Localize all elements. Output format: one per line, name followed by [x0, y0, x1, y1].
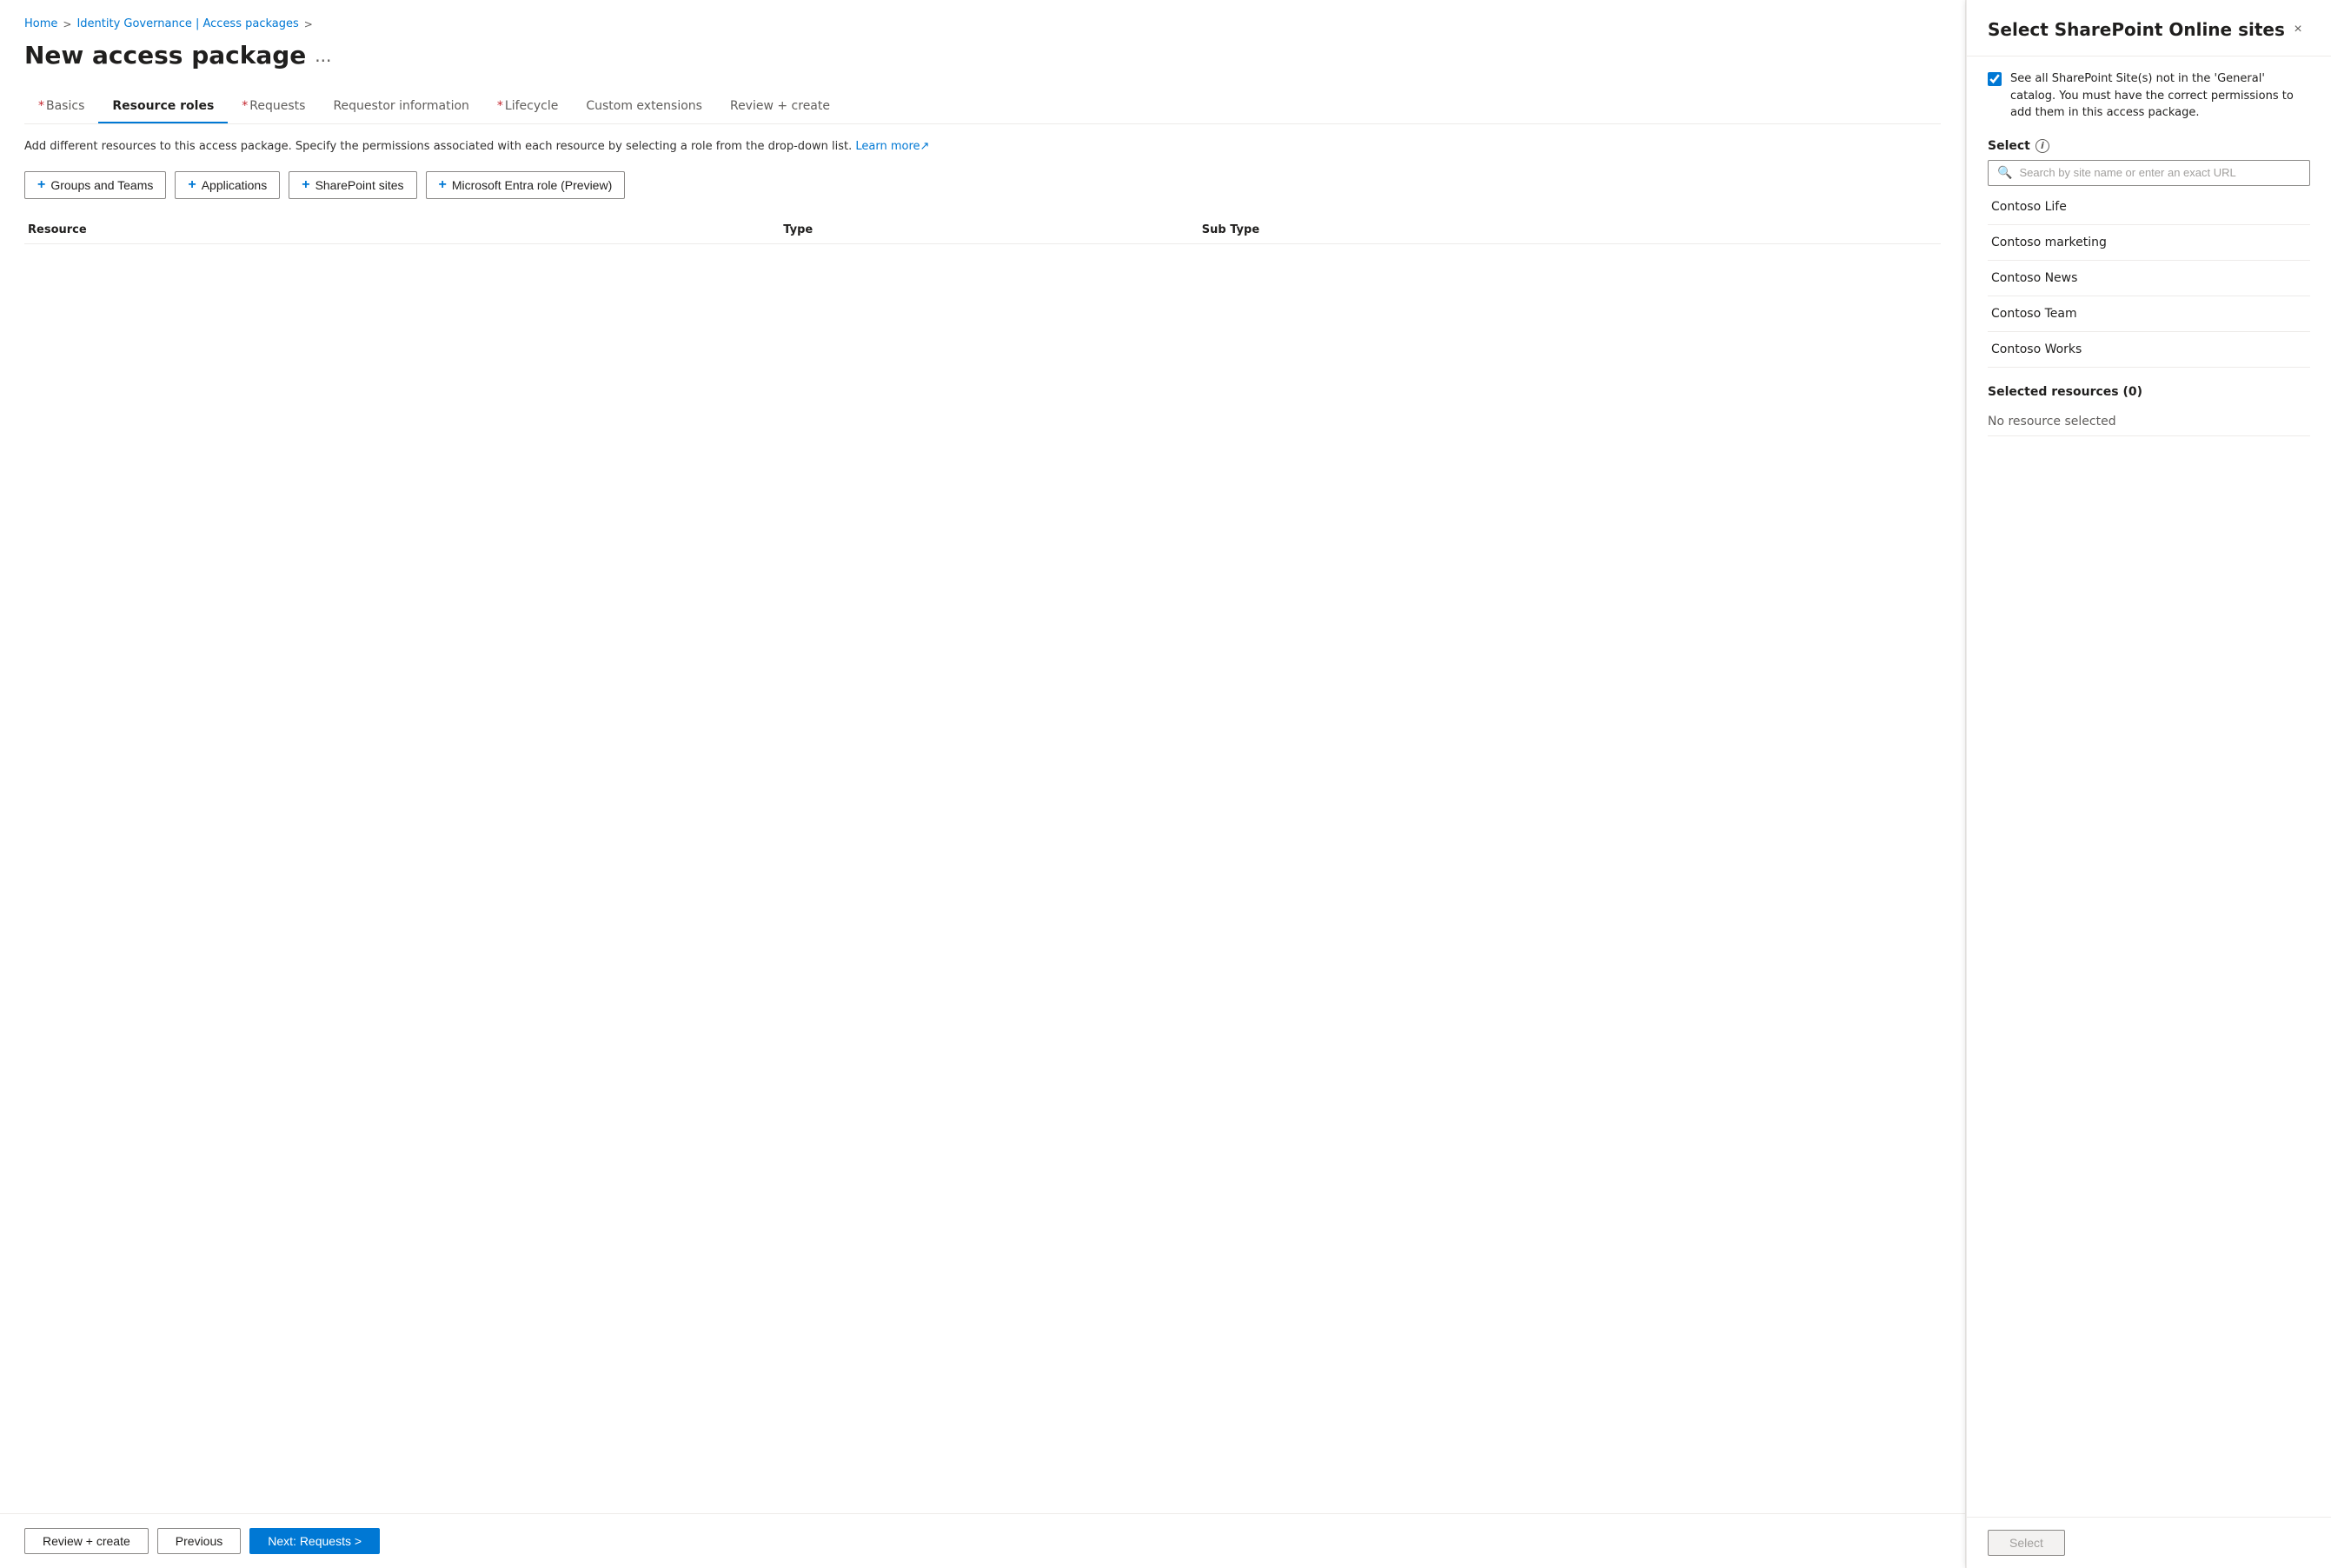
resource-btn-label: Groups and Teams [50, 178, 153, 192]
tab-requestor-info[interactable]: Requestor information [319, 90, 482, 123]
plus-icon: + [439, 177, 447, 193]
previous-button[interactable]: Previous [157, 1528, 241, 1554]
page-title: New access package [24, 41, 306, 70]
resource-btn-label: SharePoint sites [315, 178, 404, 192]
tab-bar: *BasicsResource roles*RequestsRequestor … [24, 90, 1941, 124]
select-button[interactable]: Select [1988, 1530, 2065, 1556]
resource-table: Resource Type Sub Type [24, 216, 1941, 244]
page-options-button[interactable]: ... [315, 45, 331, 66]
resource-btn-applications[interactable]: + Applications [175, 171, 280, 199]
tab-review-create[interactable]: Review + create [716, 90, 844, 123]
no-resource-text: No resource selected [1988, 408, 2310, 436]
tab-basics[interactable]: *Basics [24, 90, 98, 123]
right-panel: Select SharePoint Online sites × See all… [1966, 0, 2331, 1568]
tab-requests[interactable]: *Requests [228, 90, 319, 123]
breadcrumb-sep-2: > [304, 18, 313, 30]
col-type: Type [780, 216, 1198, 244]
resource-btn-entra-role[interactable]: + Microsoft Entra role (Preview) [426, 171, 626, 199]
resource-btn-label: Microsoft Entra role (Preview) [452, 178, 612, 192]
select-label-row: Select i [1988, 139, 2310, 153]
breadcrumb-identity[interactable]: Identity Governance | Access packages [76, 17, 298, 30]
main-inner: Home > Identity Governance | Access pack… [0, 0, 1965, 1513]
resource-buttons: + Groups and Teams + Applications + SharePoin… [24, 171, 1941, 199]
learn-more-link[interactable]: Learn more↗ [855, 140, 929, 153]
search-icon: 🔍 [1997, 166, 2012, 180]
bottom-bar: Review + create Previous Next: Requests … [0, 1513, 1965, 1568]
page-title-row: New access package ... [24, 41, 1941, 70]
tab-lifecycle[interactable]: *Lifecycle [483, 90, 572, 123]
info-icon[interactable]: i [2035, 139, 2049, 153]
site-list-item[interactable]: Contoso Life [1988, 189, 2310, 225]
table-header-row: Resource Type Sub Type [24, 216, 1941, 244]
site-list: Contoso LifeContoso marketingContoso New… [1988, 189, 2310, 368]
breadcrumb-sep-1: > [63, 18, 71, 30]
select-label: Select [1988, 139, 2030, 153]
panel-header: Select SharePoint Online sites × [1967, 0, 2331, 56]
plus-icon: + [302, 177, 309, 193]
col-resource: Resource [24, 216, 780, 244]
resource-btn-sharepoint-sites[interactable]: + SharePoint sites [289, 171, 416, 199]
tab-resource-roles[interactable]: Resource roles [98, 90, 228, 123]
search-input[interactable] [2019, 166, 2301, 179]
breadcrumb-home[interactable]: Home [24, 17, 57, 30]
site-list-item[interactable]: Contoso Team [1988, 296, 2310, 332]
panel-close-button[interactable]: × [2286, 17, 2310, 42]
tab-custom-extensions[interactable]: Custom extensions [572, 90, 716, 123]
show-all-sites-label: See all SharePoint Site(s) not in the 'G… [2010, 70, 2310, 122]
panel-footer: Select [1967, 1517, 2331, 1568]
review-create-button[interactable]: Review + create [24, 1528, 149, 1554]
search-box: 🔍 [1988, 160, 2310, 186]
main-content: Home > Identity Governance | Access pack… [0, 0, 1966, 1568]
site-list-item[interactable]: Contoso News [1988, 261, 2310, 296]
site-list-item[interactable]: Contoso Works [1988, 332, 2310, 368]
selected-resources-header: Selected resources (0) [1988, 385, 2310, 399]
show-all-sites-checkbox[interactable] [1988, 72, 2002, 86]
site-list-item[interactable]: Contoso marketing [1988, 225, 2310, 261]
next-button[interactable]: Next: Requests > [249, 1528, 380, 1554]
description-text: Add different resources to this access p… [24, 138, 1941, 156]
resource-btn-groups-teams[interactable]: + Groups and Teams [24, 171, 166, 199]
panel-body: See all SharePoint Site(s) not in the 'G… [1967, 56, 2331, 1517]
resource-btn-label: Applications [202, 178, 268, 192]
col-subtype: Sub Type [1199, 216, 1941, 244]
panel-title: Select SharePoint Online sites [1988, 19, 2285, 40]
plus-icon: + [188, 177, 196, 193]
plus-icon: + [37, 177, 45, 193]
show-all-sites-row: See all SharePoint Site(s) not in the 'G… [1988, 70, 2310, 122]
breadcrumb: Home > Identity Governance | Access pack… [24, 17, 1941, 30]
